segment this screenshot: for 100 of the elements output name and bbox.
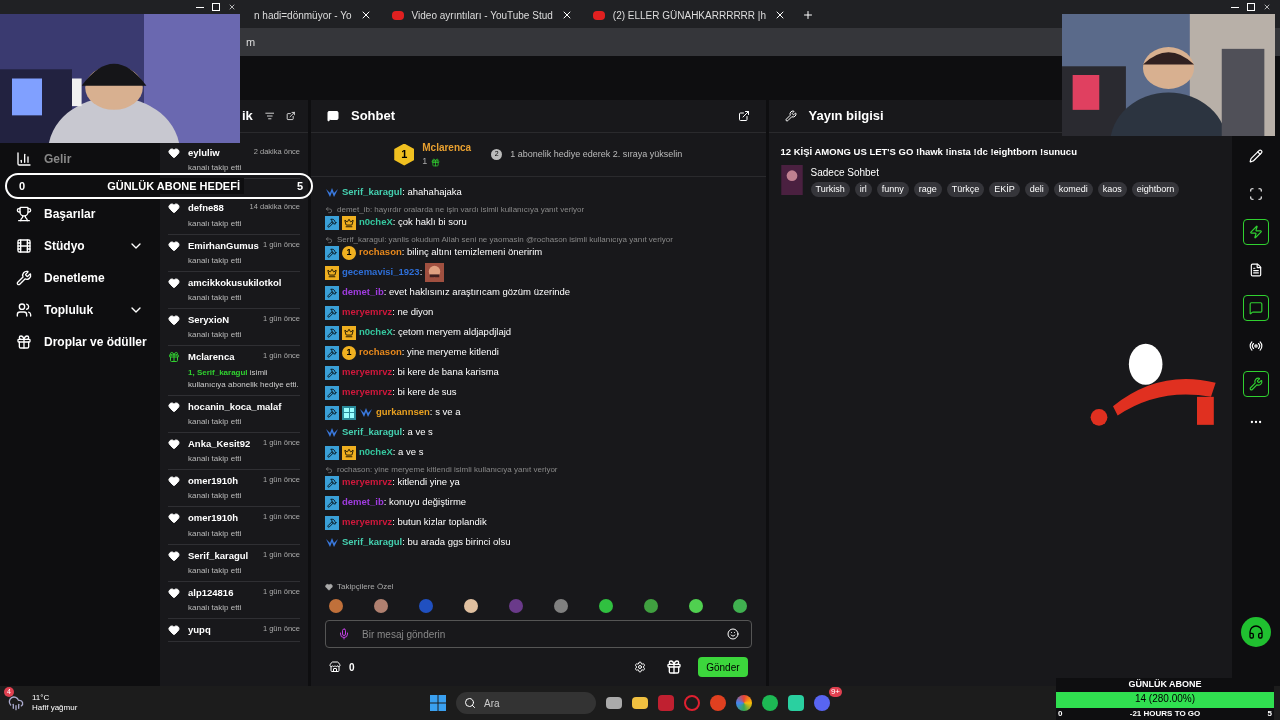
tag-chip[interactable]: funny: [876, 182, 909, 198]
tag-chip[interactable]: eightborn: [1131, 182, 1180, 198]
close-icon[interactable]: [774, 9, 786, 21]
music-app-icon[interactable]: [762, 695, 778, 711]
settings-icon[interactable]: [634, 661, 647, 673]
event-text: kanalı takip etti: [188, 254, 243, 267]
gift-icon[interactable]: [666, 659, 683, 675]
maximize-icon[interactable]: [212, 3, 220, 11]
browser-icon[interactable]: [736, 695, 752, 711]
message-field[interactable]: Bir mesaj gönderin: [325, 620, 752, 648]
user-name: Anka_Kesit92: [188, 436, 251, 451]
tag-chip[interactable]: Türkçe: [946, 182, 985, 198]
gifter-badge: 1: [342, 245, 356, 260]
nav-item[interactable]: Droplar ve ödüller: [0, 326, 160, 358]
weather-text: Hafif yağmur: [32, 703, 78, 713]
mic-icon[interactable]: [338, 628, 350, 640]
app-icon[interactable]: [710, 695, 726, 711]
emote-icon[interactable]: [598, 599, 613, 613]
address-text[interactable]: m: [246, 33, 256, 51]
nav-item[interactable]: Başarılar: [0, 198, 160, 230]
message-input[interactable]: Bir mesaj gönderin: [362, 621, 715, 647]
leader-name: Mclarenca: [422, 141, 472, 156]
search-box[interactable]: Ara: [456, 692, 596, 714]
emote-icon[interactable]: [643, 599, 658, 613]
browser-tab[interactable]: (2) ELLER GÜNAHKARRRRRR |h: [584, 2, 794, 28]
chat-icon[interactable]: [1243, 295, 1269, 321]
gavel-badge-icon: [325, 345, 339, 360]
heart-icon: [168, 239, 180, 252]
chart-icon: [16, 151, 32, 167]
film-icon: [16, 238, 32, 254]
gavel-badge-icon: [325, 305, 339, 320]
close-icon[interactable]: [1263, 3, 1271, 11]
browser-tab[interactable]: n hadi=dönmüyor - Yo: [246, 2, 380, 28]
popout-icon[interactable]: [737, 110, 750, 122]
user-name: defne88: [188, 201, 224, 216]
chat-app-icon[interactable]: [814, 695, 830, 711]
sub-goal-remaining: -21 HOURS TO GO: [1129, 707, 1201, 720]
emote-icon[interactable]: [688, 599, 703, 613]
nav-item[interactable]: Denetleme: [0, 262, 160, 294]
stream-title: 12 KİŞİ AMONG US LET'S GO !hawk !insta !dc !eightborn !sunucu: [780, 145, 1078, 159]
event-text: kanalı takip etti: [188, 415, 243, 428]
tag-chip[interactable]: Turkish: [810, 182, 850, 198]
maximize-icon[interactable]: [1247, 3, 1255, 11]
chat-message: Serif_karagul: ahahahajaka: [342, 185, 462, 200]
tag-chip[interactable]: EKİP: [989, 182, 1020, 198]
headset-button[interactable]: [1241, 617, 1271, 647]
nav-item[interactable]: Topluluk: [0, 294, 160, 326]
chat-message: gecemavisi_1923:: [342, 265, 423, 280]
sub-goal-value: 14 (280.00%): [1133, 691, 1196, 706]
wrench-icon: [16, 270, 32, 286]
heart-icon: [168, 475, 180, 487]
heart-icon: [168, 147, 180, 159]
crown-badge-icon: [342, 445, 356, 460]
nav-item[interactable]: Stüdyo: [0, 230, 160, 262]
store-icon[interactable]: [329, 661, 341, 673]
chat-message: n0cheX: a ve s: [359, 445, 424, 460]
popout-icon[interactable]: [286, 110, 296, 122]
browser-tab[interactable]: Video ayrıntıları - YouTube Stud: [383, 2, 581, 28]
nav-label: Gelir: [44, 151, 72, 168]
emote-icon[interactable]: [553, 599, 568, 613]
tag-chip[interactable]: irl: [854, 182, 872, 198]
filter-icon[interactable]: [264, 110, 275, 122]
new-tab-icon[interactable]: [802, 9, 814, 21]
event-text: kanalı takip etti: [188, 527, 243, 540]
headset-icon: [1248, 624, 1264, 640]
emote-icon[interactable]: [733, 599, 748, 613]
emote-icon[interactable]: [373, 599, 388, 613]
weather-icon[interactable]: [8, 695, 24, 711]
emoji-icon[interactable]: [726, 628, 739, 640]
nav-item[interactable]: Gelir: [0, 146, 160, 172]
chat-message: meryemrvz: bi kere de sus: [342, 385, 457, 400]
task-view-icon[interactable]: [606, 697, 622, 709]
minimize-icon[interactable]: [196, 6, 204, 8]
heart-icon: [168, 437, 180, 450]
app-icon[interactable]: [788, 695, 804, 711]
chat-message: rochason: bilinç altını temizlemeni öneririm: [359, 245, 543, 260]
temperature-text: 11°C: [32, 693, 51, 703]
send-button[interactable]: Gönder: [698, 657, 748, 677]
wrench-icon[interactable]: [1243, 371, 1269, 397]
ring-icon[interactable]: [684, 695, 700, 711]
folder-icon[interactable]: [632, 697, 648, 709]
user-name: SeryxioN: [188, 313, 230, 327]
tag-chip[interactable]: kaos: [1097, 182, 1127, 198]
emote-icon[interactable]: [463, 599, 478, 613]
goal-start: 0: [19, 178, 26, 194]
user-name: Mclarenca: [188, 350, 235, 365]
chat-message: Serif_karagul: bu arada ggs birinci olsu: [342, 535, 511, 550]
close-icon[interactable]: [228, 3, 236, 11]
tag-chip[interactable]: rage: [913, 182, 942, 198]
tag-chip[interactable]: deli: [1024, 182, 1049, 198]
minimize-icon[interactable]: [1231, 6, 1239, 8]
gavel-badge-icon: [325, 245, 339, 260]
gavel-badge-icon: [325, 385, 339, 400]
emote-icon[interactable]: [329, 599, 343, 613]
tag-chip[interactable]: komedi: [1053, 182, 1093, 198]
chat-icon: [327, 110, 339, 122]
lightning-icon[interactable]: [1243, 219, 1269, 245]
rank-badge: 1: [394, 143, 415, 166]
video-icon: [391, 10, 404, 20]
event-text: kanalı takip etti: [188, 490, 243, 503]
